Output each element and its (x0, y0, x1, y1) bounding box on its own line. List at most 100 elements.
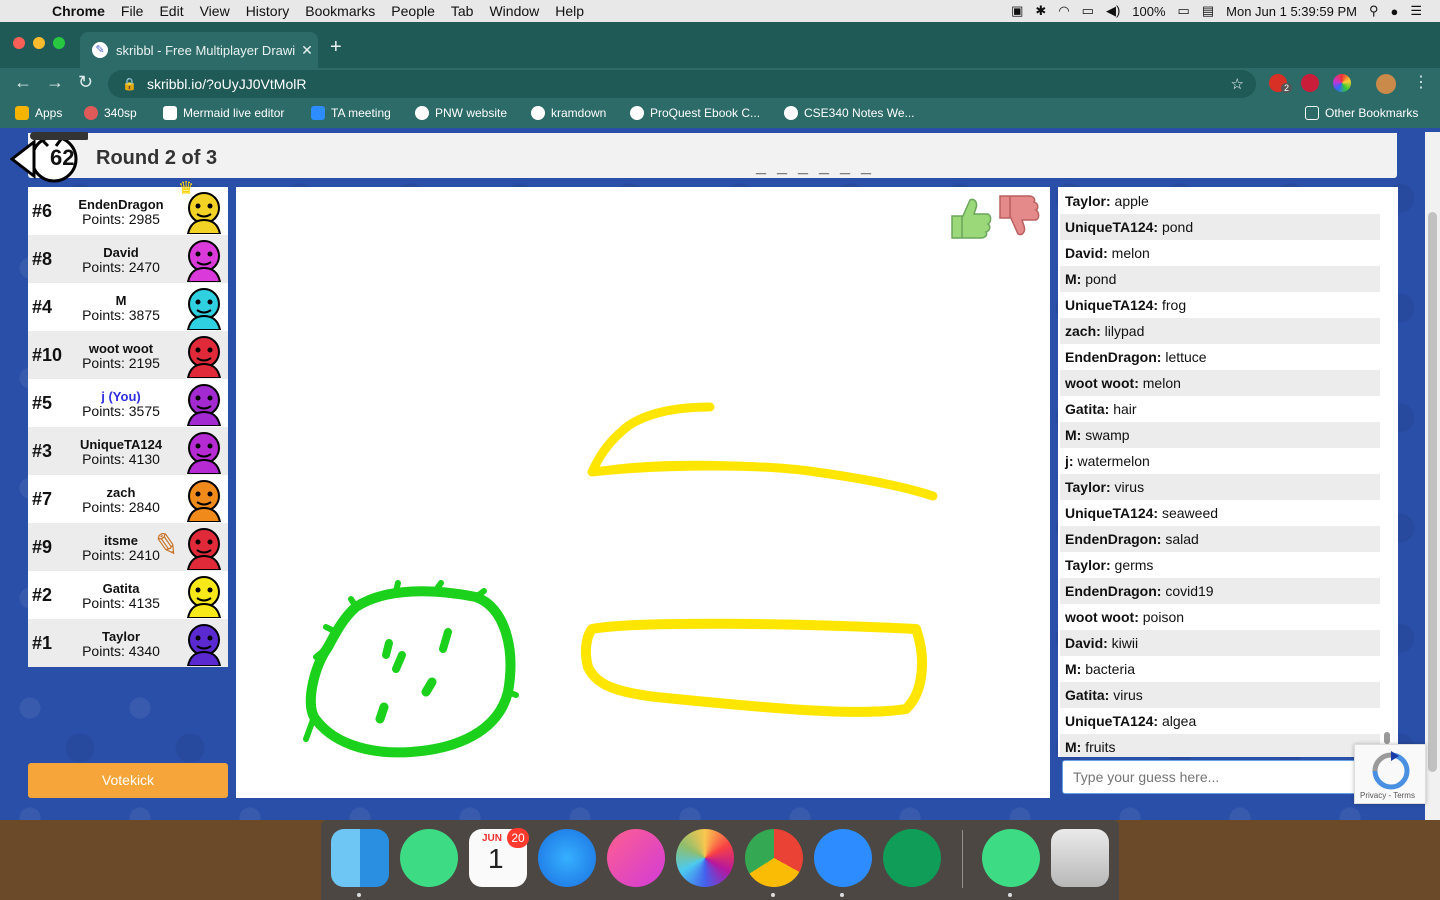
player-rank: #2 (32, 585, 53, 605)
bookmark-proquest[interactable]: ProQuest Ebook C... (630, 106, 760, 120)
input-flag-icon[interactable]: ▤ (1202, 3, 1214, 19)
zoom-status-icon[interactable]: ▣ (1011, 3, 1023, 19)
page-scrollbar-thumb[interactable] (1428, 212, 1437, 772)
spotlight-icon[interactable]: ⚲ (1369, 3, 1379, 19)
player-name: j (You) (101, 389, 141, 404)
menu-people[interactable]: People (391, 3, 435, 19)
close-window-button[interactable] (13, 37, 25, 49)
player-row[interactable]: #8 David Points: 2470 (28, 235, 228, 283)
player-row[interactable]: #3 UniqueTA124 Points: 4130 (28, 427, 228, 475)
maximize-window-button[interactable] (53, 37, 65, 49)
new-tab-button[interactable]: + (330, 36, 342, 59)
chrome-icon[interactable] (745, 829, 803, 887)
player-row[interactable]: #9 itsme Points: 2410 (28, 523, 228, 571)
profile-avatar[interactable] (1376, 74, 1396, 94)
chat-scrollbar[interactable] (1382, 190, 1392, 744)
chat-message: Taylor: apple (1060, 188, 1380, 214)
player-avatar (186, 288, 222, 330)
bookmark-340sp[interactable]: 340sp (84, 106, 137, 120)
votekick-button[interactable]: Votekick (28, 763, 228, 798)
menu-history[interactable]: History (246, 3, 290, 19)
kiwi-seed (439, 628, 452, 653)
bookmark-kramdown[interactable]: kramdown (531, 106, 606, 120)
siri-icon[interactable]: ● (1390, 4, 1398, 19)
lock-icon[interactable]: 🔒 (122, 77, 137, 91)
bookmark-mermaid[interactable]: Mermaid live editor (163, 106, 284, 120)
bookmark-pnw-website[interactable]: PNW website (415, 106, 507, 120)
player-avatar (186, 528, 222, 570)
guess-input[interactable] (1062, 760, 1362, 794)
minimize-window-button[interactable] (33, 37, 45, 49)
back-icon[interactable]: ← (14, 72, 32, 93)
player-row[interactable]: #1 Taylor Points: 4340 (28, 619, 228, 667)
yellow-stroke-banana (580, 618, 927, 717)
player-row[interactable]: #4 M Points: 3875 (28, 283, 228, 331)
email-icon[interactable] (883, 829, 941, 887)
browser-toolbar: ← → ↻ 🔒 skribbl.io/?oUyJJ0VtMolR ☆ 2 ⋮ (0, 68, 1440, 100)
battery-icon[interactable]: ▭ (1178, 3, 1190, 19)
volume-icon[interactable]: ◀) (1106, 3, 1120, 19)
menu-file[interactable]: File (121, 3, 144, 19)
android-studio-icon[interactable] (400, 829, 458, 887)
player-name: zach (106, 485, 136, 500)
player-points: Points: 3875 (82, 307, 160, 323)
other-bookmarks[interactable]: Other Bookmarks (1305, 106, 1418, 120)
tab-close-icon[interactable]: ✕ (296, 42, 318, 59)
airplay-icon[interactable]: ▭ (1082, 3, 1094, 19)
lastpass-extension-icon[interactable] (1301, 74, 1319, 92)
menu-app-name[interactable]: Chrome (52, 3, 105, 19)
menu-edit[interactable]: Edit (159, 3, 183, 19)
reload-icon[interactable]: ↻ (78, 72, 93, 93)
music-icon[interactable] (607, 829, 665, 887)
chat-text: swamp (1081, 427, 1130, 443)
thumbs-up-icon[interactable] (948, 194, 992, 240)
menu-bookmarks[interactable]: Bookmarks (305, 3, 375, 19)
player-row[interactable]: #7 zach Points: 2840 (28, 475, 228, 523)
trash-icon[interactable] (1051, 829, 1109, 887)
menu-tab[interactable]: Tab (451, 3, 474, 19)
photos-icon[interactable] (676, 829, 734, 887)
forward-icon[interactable]: → (46, 72, 64, 93)
player-row[interactable]: #2 Gatita Points: 4135 (28, 571, 228, 619)
notification-center-icon[interactable]: ☰ (1410, 3, 1422, 19)
menu-clock[interactable]: Mon Jun 1 5:39:59 PM (1226, 4, 1357, 19)
chat-text: covid19 (1161, 583, 1214, 599)
chat-scrollbar-thumb[interactable] (1384, 732, 1390, 744)
chat-message: Taylor: germs (1060, 552, 1380, 578)
calendar-day: 1 (488, 843, 504, 874)
thumbs-down-icon[interactable] (996, 194, 1040, 240)
round-bar (28, 133, 1397, 178)
color-picker-extension-icon[interactable] (1333, 74, 1351, 92)
finder-icon[interactable] (331, 829, 389, 887)
zoom-icon[interactable] (814, 829, 872, 887)
chat-message: woot woot: poison (1060, 604, 1380, 630)
page-scrollbar[interactable] (1425, 132, 1440, 820)
chat-text: germs (1110, 557, 1154, 573)
bookmark-apps[interactable]: Apps (15, 106, 62, 120)
chrome-menu-icon[interactable]: ⋮ (1413, 72, 1429, 92)
recaptcha-badge[interactable]: Privacy - Terms (1354, 744, 1426, 804)
bookmark-cse340[interactable]: CSE340 Notes We... (784, 106, 915, 120)
menu-view[interactable]: View (200, 3, 230, 19)
bookmark-star-icon[interactable]: ☆ (1231, 75, 1244, 93)
app-store-icon[interactable] (538, 829, 596, 887)
player-row[interactable]: #10 woot woot Points: 2195 (28, 331, 228, 379)
wifi-icon[interactable]: ◠ (1058, 3, 1069, 19)
bluetooth-icon[interactable]: ✱ (1035, 3, 1046, 19)
kiwi-seed (392, 651, 406, 673)
menu-help[interactable]: Help (555, 3, 584, 19)
menu-window[interactable]: Window (489, 3, 539, 19)
android-studio-icon[interactable] (982, 829, 1040, 887)
chat-message: M: fruits (1060, 734, 1380, 757)
player-rank: #6 (32, 201, 53, 221)
player-row[interactable]: #6 EndenDragon Points: 2985 (28, 187, 228, 235)
kiwi-seed (421, 677, 437, 697)
bookmark-ta-meeting[interactable]: TA meeting (311, 106, 391, 120)
drawing-canvas[interactable] (236, 187, 1050, 798)
chat-message: j: watermelon (1060, 448, 1380, 474)
address-bar[interactable]: 🔒 skribbl.io/?oUyJJ0VtMolR ☆ (108, 70, 1256, 98)
browser-tab[interactable]: ✎ skribbl - Free Multiplayer Drawing ✕ (80, 32, 318, 68)
chat-text: virus (1109, 687, 1143, 703)
player-row[interactable]: #5 j (You) Points: 3575 (28, 379, 228, 427)
recaptcha-terms[interactable]: Privacy - Terms (1360, 791, 1415, 800)
